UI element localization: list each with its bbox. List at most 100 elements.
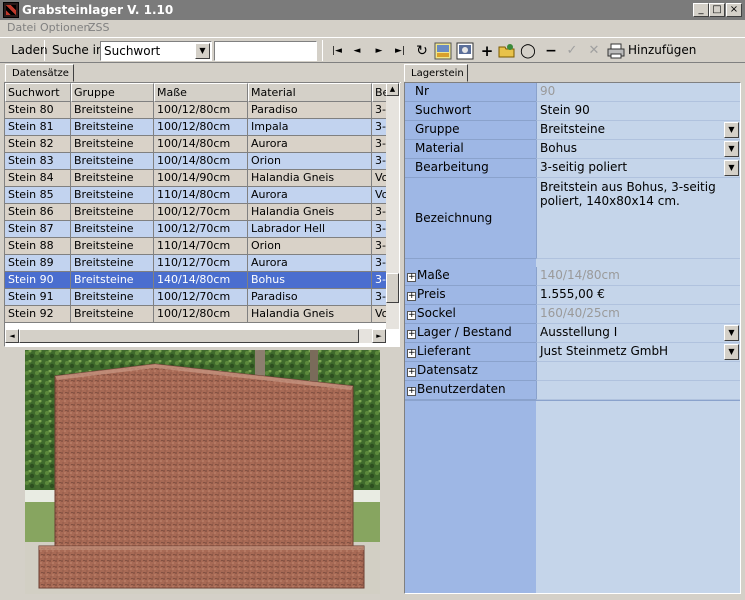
grid-header-bearbeitung[interactable]: Be [372,83,387,102]
grid-cell-masse: 100/12/80cm [154,306,248,323]
group-value[interactable]: Ausstellung I ▼ [536,324,740,343]
group-lager-bestand[interactable]: +Lager / Bestand [405,324,536,343]
group-preis[interactable]: +Preis [405,286,536,305]
open-folder-icon[interactable] [498,42,516,60]
scroll-up-button[interactable]: ▲ [386,83,399,96]
add-button[interactable]: Hinzufügen [628,43,696,57]
group-label: Sockel [417,306,456,320]
table-row[interactable]: Stein 89 Breitsteine 110/12/70cm Aurora 3- [5,255,399,272]
close-button[interactable]: × [726,3,742,17]
records-grid[interactable]: Suchwort Gruppe Maße Material Be Stein 8… [4,82,400,347]
value-field[interactable]: 3-seitig poliert ▼ [536,159,740,178]
add-icon[interactable]: + [478,42,496,60]
scroll-left-button[interactable]: ◄ [5,329,19,343]
label-field: Gruppe [405,121,536,140]
load-button[interactable]: Laden [11,43,48,57]
group-value[interactable] [536,381,740,400]
expand-icon[interactable]: + [407,311,416,320]
group-label: Maße [417,268,450,282]
prev-record-icon[interactable]: ◄ [348,42,366,60]
group-maße[interactable]: +Maße [405,267,536,286]
table-row[interactable]: Stein 88 Breitsteine 110/14/70cm Orion 3- [5,238,399,255]
table-row[interactable]: Stein 86 Breitsteine 100/12/70cm Halandia G… [5,204,399,221]
group-value[interactable] [536,362,740,381]
first-record-icon[interactable]: |◄ [328,42,346,60]
label-field: Bearbeitung [405,159,536,178]
minimize-button[interactable]: _ [693,3,709,17]
grid-header-suchwort[interactable]: Suchwort [5,83,71,102]
menu-datei[interactable]: Datei [7,21,36,34]
grid-cell-material: Halandia Gneis [248,306,372,323]
table-row[interactable]: Stein 85Breitsteine110/14/80cmAuroraVo [5,187,399,204]
value-text: 3-seitig poliert [540,160,628,174]
chevron-down-icon[interactable]: ▼ [724,325,739,341]
photo-icon[interactable] [456,42,474,60]
group-lieferant[interactable]: +Lieferant [405,343,536,362]
tab-datensaetze[interactable]: Datensätze [5,64,74,82]
expand-icon[interactable]: + [407,292,416,301]
chevron-down-icon[interactable]: ▼ [195,43,210,59]
title-bar: Grabsteinlager V. 1.10 _ □ × [0,0,745,20]
filter-icon[interactable] [434,42,452,60]
horizontal-scroll-thumb[interactable] [19,329,359,343]
expand-icon[interactable]: + [407,387,416,396]
vertical-scrollbar[interactable]: ▲ [386,83,399,329]
expand-icon[interactable]: + [407,368,416,377]
vertical-scroll-thumb[interactable] [386,273,399,303]
grid-header-masse[interactable]: Maße [154,83,248,102]
grid-cell-suchwort: Stein 83 [5,153,71,170]
group-sockel[interactable]: +Sockel [405,305,536,324]
table-row[interactable]: Stein 91 Breitsteine 100/12/70cm Paradiso 3- [5,289,399,306]
value-field[interactable]: Bohus ▼ [536,140,740,159]
search-field-select[interactable]: Suchwort ▼ [100,41,212,61]
value-field[interactable]: 90 [536,83,740,102]
table-row[interactable]: Stein 87 Breitsteine 100/12/70cm Labrador H… [5,221,399,238]
last-record-icon[interactable]: ►| [391,42,409,60]
expand-icon[interactable]: + [407,349,416,358]
menu-optionen[interactable]: Optionen [40,21,90,34]
table-row[interactable]: Stein 84 Breitsteine 100/14/90cm Halandia G… [5,170,399,187]
grid-cell-suchwort: Stein 88 [5,238,71,255]
grid-cell-masse: 110/12/70cm [154,255,248,272]
printer-icon[interactable] [607,42,625,60]
group-value[interactable]: Just Steinmetz GmbH ▼ [536,343,740,362]
grid-cell-material: Halandia Gneis [248,204,372,221]
scroll-right-button[interactable]: ► [372,329,386,343]
group-value[interactable]: 160/40/25cm [536,305,740,324]
table-row[interactable]: Stein 92 Breitsteine 100/12/80cm Halandia G… [5,306,399,323]
search-input[interactable] [214,41,317,61]
group-datensatz[interactable]: +Datensatz [405,362,536,381]
bezeichnung-line-2: poliert, 140x80x14 cm. [540,194,680,208]
next-record-icon[interactable]: ► [370,42,388,60]
table-row[interactable]: Stein 83 Breitsteine 100/14/80cm Orion 3- [5,153,399,170]
details-panel: Nr 90 Suchwort Stein 90 Gruppe Breitsteine ▼ Ma… [404,82,741,594]
value-field[interactable]: Breitsteine ▼ [536,121,740,140]
value-field[interactable]: Stein 90 [536,102,740,121]
grid-header-gruppe[interactable]: Gruppe [71,83,154,102]
value-bezeichnung[interactable]: Breitstein aus Bohus, 3-seitig poliert, … [536,178,740,259]
expand-icon[interactable]: + [407,330,416,339]
clock-icon[interactable]: ◯ [519,42,537,60]
remove-icon[interactable]: − [542,42,560,60]
grid-cell-material: Paradiso [248,102,372,119]
table-row[interactable]: Stein 81 Breitsteine 100/12/80cm Impala 3- [5,119,399,136]
refresh-icon[interactable]: ↻ [413,42,431,60]
expand-icon[interactable]: + [407,273,416,282]
group-benutzerdaten[interactable]: +Benutzerdaten [405,381,536,400]
tab-lagerstein[interactable]: Lagerstein [404,64,468,82]
grid-cell-suchwort: Stein 85 [5,187,71,204]
horizontal-scrollbar[interactable]: ◄ ► [5,329,386,343]
table-row[interactable]: Stein 80 Breitsteine 100/12/80cm Paradiso 3- [5,102,399,119]
menu-zss[interactable]: ZSS [88,21,110,34]
chevron-down-icon[interactable]: ▼ [724,344,739,360]
table-row[interactable]: Stein 82 Breitsteine 100/14/80cm Aurora 3- [5,136,399,153]
chevron-down-icon[interactable]: ▼ [724,141,739,157]
table-row[interactable]: Stein 90 Breitsteine 140/14/80cm Bohus 3- [5,272,399,289]
chevron-down-icon[interactable]: ▼ [724,122,739,138]
grid-header-material[interactable]: Material [248,83,372,102]
group-value[interactable]: 1.555,00 € [536,286,740,305]
maximize-button[interactable]: □ [709,3,725,17]
chevron-down-icon[interactable]: ▼ [724,160,739,176]
group-value[interactable]: 140/14/80cm [536,267,740,286]
grid-cell-masse: 100/12/80cm [154,102,248,119]
